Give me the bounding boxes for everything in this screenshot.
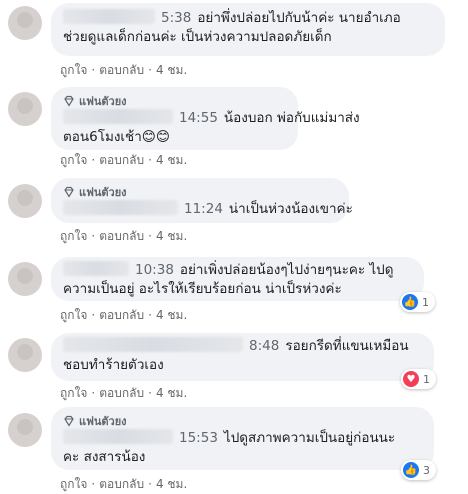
badge-label: แฟนตัวยง (79, 186, 127, 199)
comment-time: 10:38 (135, 262, 174, 278)
fan-badge: แฟนตัวยง (63, 184, 337, 200)
blurred-name (63, 9, 155, 24)
comment-age: 4 ชม. (155, 153, 188, 167)
comment-time: 15:53 (179, 430, 218, 446)
comment-bubble: 10:38 อย่าเพิ่งปล่อยน้องๆไปง่ายๆนะคะ ไปดู… (51, 257, 424, 301)
like-icon: 👍 (402, 294, 418, 310)
like-link[interactable]: ถูกใจ (60, 477, 87, 491)
reply-link[interactable]: ตอบกลับ (99, 477, 144, 491)
reaction-count: 1 (422, 295, 429, 309)
comment-text: รอยกรีดที่แขนเหมือน (285, 338, 409, 354)
fan-badge: แฟนตัวยง (63, 93, 286, 109)
comment-text: อย่าพึ่งปล่อยไปกับน้าค่ะ นายอำเภอ (197, 10, 401, 26)
reaction-count: 3 (423, 463, 430, 477)
love-icon: ♥ (403, 371, 419, 387)
like-link[interactable]: ถูกใจ (60, 63, 87, 77)
comment-text: อย่าเพิ่งปล่อยน้องๆไปง่ายๆนะคะ ไปดู (179, 262, 394, 278)
reaction-count: 1 (423, 372, 430, 386)
comment-age: 4 ชม. (155, 386, 188, 400)
comment-time: 8:48 (249, 338, 280, 354)
fan-badge: แฟนตัวยง (63, 413, 422, 429)
comment-bubble: แฟนตัวยง 15:53 ไปดูสภาพความเป็นอยู่ก่อนนะ… (51, 407, 434, 470)
avatar[interactable] (8, 413, 42, 447)
comment-time: 14:55 (179, 110, 218, 126)
like-link[interactable]: ถูกใจ (60, 153, 87, 167)
blurred-name (63, 200, 178, 215)
reaction-badge[interactable]: 👍 1 (400, 292, 435, 312)
blurred-name (63, 109, 173, 124)
comment-text: น้องบอก พ่อกับแม่มาส่ง (223, 110, 360, 126)
comment-text: ช่วยดูแลเด็กก่อนค่ะ เป็นห่วงความปลอดภัยเ… (63, 29, 332, 45)
reply-link[interactable]: ตอบกลับ (99, 63, 144, 77)
reaction-badge[interactable]: ♥ 1 (401, 369, 436, 389)
comment-age: 4 ชม. (155, 63, 188, 77)
diamond-icon (64, 95, 74, 107)
comment-actions: ถูกใจ · ตอบกลับ · 4 ชม. (60, 308, 188, 322)
comment-text: ชอบทำร้ายตัวเอง (63, 357, 164, 373)
comment-actions: ถูกใจ · ตอบกลับ · 4 ชม. (60, 63, 188, 77)
comment-bubble: 5:38 อย่าพึ่งปล่อยไปกับน้าค่ะ นายอำเภอ ช่… (51, 3, 445, 56)
avatar[interactable] (8, 184, 42, 218)
reply-link[interactable]: ตอบกลับ (99, 153, 144, 167)
avatar[interactable] (8, 92, 42, 126)
comment-bubble: แฟนตัวยง 11:24 น่าเป็นห่วงน้องเขาค่ะ (51, 178, 353, 223)
comment-time: 11:24 (184, 201, 223, 217)
blurred-name (63, 337, 243, 352)
avatar[interactable] (8, 338, 42, 372)
comment-bubble: 8:48 รอยกรีดที่แขนเหมือน ชอบทำร้ายตัวเอง (51, 333, 434, 381)
comment-text: ไปดูสภาพความเป็นอยู่ก่อนนะ (223, 430, 396, 446)
diamond-icon (64, 415, 74, 427)
comment-age: 4 ชม. (155, 229, 188, 243)
like-link[interactable]: ถูกใจ (60, 386, 87, 400)
avatar[interactable] (8, 6, 42, 40)
badge-label: แฟนตัวยง (79, 95, 127, 108)
comment-text: ตอน6โมงเช้า😊😊 (63, 129, 170, 145)
comment-actions: ถูกใจ · ตอบกลับ · 4 ชม. (60, 477, 188, 491)
comment-text: น่าเป็นห่วงน้องเขาค่ะ (228, 201, 353, 217)
like-link[interactable]: ถูกใจ (60, 229, 87, 243)
badge-label: แฟนตัวยง (79, 415, 127, 428)
reaction-badge[interactable]: 👍 3 (401, 460, 436, 480)
comment-actions: ถูกใจ · ตอบกลับ · 4 ชม. (60, 153, 188, 167)
reply-link[interactable]: ตอบกลับ (99, 229, 144, 243)
avatar[interactable] (8, 262, 42, 296)
blurred-name (63, 261, 129, 276)
comment-time: 5:38 (161, 10, 192, 26)
blurred-name (63, 429, 173, 444)
comment-actions: ถูกใจ · ตอบกลับ · 4 ชม. (60, 229, 188, 243)
comment-actions: ถูกใจ · ตอบกลับ · 4 ชม. (60, 386, 188, 400)
comment-age: 4 ชม. (155, 308, 188, 322)
diamond-icon (64, 186, 74, 198)
comment-bubble: แฟนตัวยง 14:55 น้องบอก พ่อกับแม่มาส่ง ตอน… (51, 87, 360, 150)
like-icon: 👍 (403, 462, 419, 478)
reply-link[interactable]: ตอบกลับ (99, 386, 144, 400)
comment-age: 4 ชม. (155, 477, 188, 491)
comment-text: คะ สงสารน้อง (63, 449, 146, 465)
like-link[interactable]: ถูกใจ (60, 308, 87, 322)
reply-link[interactable]: ตอบกลับ (99, 308, 144, 322)
comment-text: ความเป็นอยู่ อะไรให้เรียบร้อยก่อน น่าเป็… (63, 281, 342, 297)
